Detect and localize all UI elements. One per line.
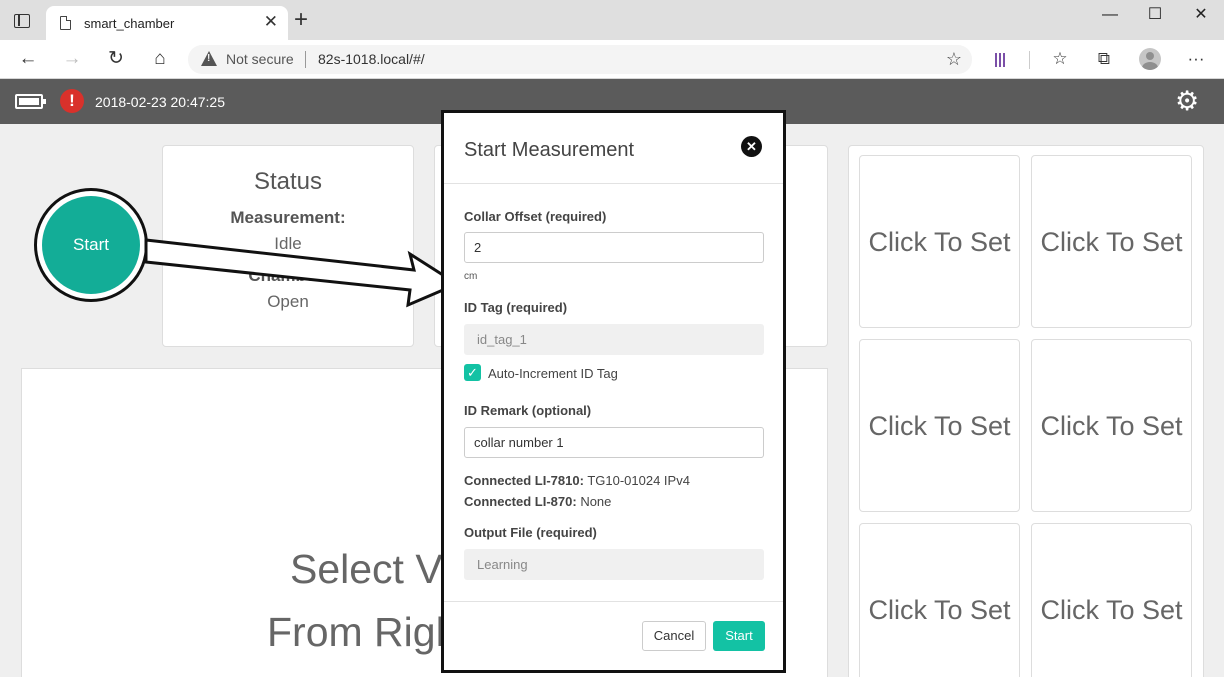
set-tile[interactable]: Click To Set	[1031, 155, 1192, 328]
minimize-button[interactable]: —	[1095, 5, 1125, 25]
not-secure-label: Not secure	[226, 51, 294, 67]
dialog-header-divider	[444, 183, 783, 184]
start-circle-button[interactable]: Start	[34, 188, 148, 302]
chamber-value: Open	[267, 292, 309, 311]
id-tag-input: id_tag_1	[464, 324, 764, 355]
start-button[interactable]: Start	[713, 621, 765, 651]
forward-arrow-icon: →	[62, 48, 82, 69]
li7810-value: TG10-01024 IPv4	[587, 473, 690, 488]
start-measurement-dialog: Start Measurement ✕ Collar Offset (requi…	[441, 110, 786, 673]
status-card: Status Measurement: Idle Chamber: Open	[162, 145, 414, 347]
collar-offset-unit: cm	[464, 271, 478, 282]
li870-value: None	[580, 494, 612, 509]
browser-tab-bar: smart_chamber ✕ + — ☐ ✕	[0, 0, 1224, 40]
output-file-input: Learning	[464, 549, 764, 580]
profile-avatar[interactable]	[1139, 48, 1161, 70]
dialog-footer-divider	[444, 601, 783, 602]
select-prompt-line2: From Righ	[267, 609, 459, 655]
tab-actions-icon[interactable]	[14, 14, 30, 28]
url-text[interactable]: 82s-1018.local/#/	[318, 51, 425, 67]
measurement-value: Idle	[274, 234, 302, 253]
dialog-title: Start Measurement	[464, 139, 635, 161]
value-tiles-panel: Click To Set Click To Set Click To Set C…	[848, 145, 1204, 677]
home-icon[interactable]: ⌂	[146, 46, 174, 72]
alert-icon[interactable]: !	[60, 89, 84, 113]
new-tab-button[interactable]: +	[294, 8, 308, 32]
status-title: Status	[253, 168, 323, 195]
set-tile[interactable]: Click To Set	[859, 339, 1020, 512]
cancel-button[interactable]: Cancel	[642, 621, 706, 651]
auto-increment-label[interactable]: Auto-Increment ID Tag	[488, 366, 618, 381]
output-file-label: Output File (required)	[464, 525, 597, 540]
toolbar-divider	[1029, 51, 1030, 69]
datetime: 2018-02-23 20:47:25	[95, 94, 225, 110]
chamber-label: Chamber:	[248, 266, 328, 285]
start-label: Start	[42, 196, 140, 294]
browser-nav-bar: ← → ↻ ⌂ Not secure 82s-1018.local/#/ ☆	[0, 40, 1224, 79]
li870-info: Connected LI-870: None	[464, 494, 611, 509]
more-menu-icon[interactable]: ···	[1182, 46, 1210, 72]
set-tile[interactable]: Click To Set	[859, 523, 1020, 677]
id-remark-label: ID Remark (optional)	[464, 403, 592, 418]
li870-label: Connected LI-870:	[464, 494, 577, 509]
select-prompt-line1: Select Va	[290, 546, 463, 592]
set-tile[interactable]: Click To Set	[859, 155, 1020, 328]
li7810-info: Connected LI-7810: TG10-01024 IPv4	[464, 473, 690, 488]
collar-offset-label: Collar Offset (required)	[464, 209, 607, 224]
back-arrow-icon[interactable]: ←	[14, 46, 42, 72]
browser-tab[interactable]: smart_chamber ✕	[46, 6, 288, 40]
set-tile[interactable]: Click To Set	[1031, 339, 1192, 512]
tab-close-icon[interactable]: ✕	[264, 13, 278, 31]
url-divider	[305, 51, 306, 68]
collar-offset-input[interactable]: 2	[464, 232, 764, 263]
add-favorite-icon[interactable]: ☆	[946, 49, 962, 70]
collections-icon[interactable]: ⧉	[1090, 46, 1118, 72]
gear-icon[interactable]: ⚙	[1175, 87, 1199, 115]
warning-icon	[201, 51, 217, 66]
li7810-label: Connected LI-7810:	[464, 473, 584, 488]
address-bar[interactable]: Not secure 82s-1018.local/#/ ☆	[188, 45, 972, 74]
id-tag-label: ID Tag (required)	[464, 300, 568, 315]
measurement-label: Measurement:	[230, 208, 346, 227]
id-remark-input[interactable]: collar number 1	[464, 427, 764, 458]
battery-icon	[15, 94, 46, 109]
refresh-icon[interactable]: ↻	[102, 46, 130, 72]
page-icon	[60, 16, 71, 30]
window-close-button[interactable]: ✕	[1186, 5, 1216, 25]
favorites-icon[interactable]: ☆	[1046, 46, 1074, 72]
auto-increment-checkbox[interactable]: ✓	[464, 364, 481, 381]
close-icon[interactable]: ✕	[741, 136, 762, 157]
maximize-button[interactable]: ☐	[1140, 5, 1170, 25]
extension-icon[interactable]	[995, 51, 1009, 69]
tab-title: smart_chamber	[84, 16, 175, 31]
set-tile[interactable]: Click To Set	[1031, 523, 1192, 677]
